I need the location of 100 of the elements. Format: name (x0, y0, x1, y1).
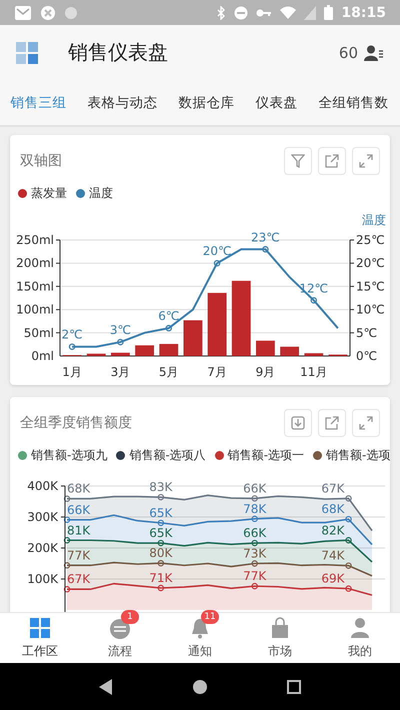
data-label: 66K (243, 481, 266, 496)
external-link-icon (325, 154, 339, 168)
axis-label: 200ml (16, 256, 54, 270)
data-label: 68K (321, 502, 345, 516)
bar (135, 345, 154, 356)
tool-button[interactable] (352, 409, 380, 437)
legend-label: 温度 (89, 185, 113, 202)
tab[interactable]: 全组销售数 (308, 80, 399, 125)
bar (256, 340, 275, 356)
axis-label: 100K (27, 572, 58, 586)
expand-icon (359, 416, 373, 430)
data-label: 68K (67, 482, 90, 496)
filter-icon (291, 154, 305, 168)
page-title: 销售仪表盘 (68, 39, 168, 66)
bar (86, 354, 106, 356)
legend-item[interactable]: 蒸发量 (18, 185, 67, 202)
tool-button[interactable] (318, 147, 346, 175)
axis-label: 10℃ (356, 302, 385, 317)
axis-label: 100ml (16, 302, 54, 317)
tool-button[interactable] (352, 147, 380, 175)
data-label: 3℃ (110, 323, 131, 338)
data-label: 83K (149, 480, 172, 494)
tab[interactable]: 数据仓库 (168, 80, 245, 125)
data-label: 77K (243, 569, 266, 584)
badge: 11 (201, 610, 219, 624)
axis-label: 200K (27, 541, 58, 555)
axis-label: 9月 (256, 365, 276, 379)
axis-label: 25℃ (356, 233, 385, 247)
data-label: 67K (321, 481, 345, 496)
point (214, 260, 220, 266)
nav-item[interactable]: 我的 (320, 613, 400, 663)
legend-item[interactable]: 温度 (76, 185, 113, 202)
axis-label: 150ml (16, 279, 54, 294)
nav-item[interactable]: 1 流程 (80, 613, 160, 663)
mail-icon (14, 4, 32, 20)
nav-item[interactable]: 市场 (240, 613, 320, 663)
user-list-icon[interactable] (364, 44, 384, 60)
data-label: 71K (149, 571, 172, 585)
point (117, 338, 124, 346)
expand-icon (359, 154, 373, 168)
card-title: 全组季度销售额度 (20, 414, 133, 432)
axis-label: 0℃ (356, 349, 378, 363)
tool-button[interactable] (284, 147, 312, 175)
point (310, 297, 317, 304)
tab[interactable]: 仪表盘 (245, 80, 308, 125)
external-link-icon (325, 416, 339, 430)
data-label: 66K (67, 502, 90, 517)
data-label: 74K (321, 548, 345, 563)
axis-label: 250ml (16, 233, 54, 247)
tool-button[interactable] (318, 409, 346, 437)
download-icon (291, 416, 305, 430)
bar (280, 346, 299, 356)
legend-label: 销售额-选项 (326, 447, 390, 464)
legend-item[interactable]: 销售额-选项 (313, 447, 390, 464)
nav-item[interactable]: 工作区 (0, 613, 80, 663)
user-count: 60 (338, 44, 358, 62)
home-icon[interactable] (192, 678, 208, 694)
data-label: 73K (243, 546, 266, 560)
do-not-disturb-icon (234, 6, 248, 20)
axis-label: 11月 (300, 365, 328, 379)
user-icon (348, 616, 372, 640)
data-label: 67K (67, 572, 90, 586)
nav-item[interactable]: 11 通知 (160, 613, 240, 663)
axis-label: 300K (27, 510, 58, 524)
nav-label: 流程 (108, 643, 132, 660)
bar (304, 353, 324, 356)
data-label: 82K (321, 523, 345, 538)
data-label: 69K (321, 572, 345, 586)
circle-icon (64, 6, 78, 20)
tab[interactable]: 表格与动态 (77, 80, 168, 125)
axis-label: 400K (27, 479, 58, 493)
battery-icon (324, 5, 334, 20)
point (262, 246, 269, 253)
axis-label: 0ml (31, 349, 54, 363)
key-icon (256, 8, 272, 18)
bar (208, 292, 226, 356)
data-label: 80K (149, 546, 172, 560)
bluetooth-icon (216, 6, 226, 20)
data-label: 66K (243, 526, 266, 540)
axis-label: 50ml (24, 326, 54, 340)
bar (184, 320, 202, 356)
data-label: 81K (67, 523, 90, 538)
data-label: 23℃ (251, 230, 280, 244)
badge: 1 (121, 610, 139, 624)
point (68, 343, 76, 350)
recents-icon[interactable] (286, 680, 301, 694)
tool-button[interactable] (284, 409, 312, 437)
wifi-icon (280, 6, 296, 20)
back-icon[interactable] (99, 678, 114, 694)
nav-label: 我的 (348, 643, 372, 660)
grid-icon (28, 616, 52, 640)
data-label: 77K (67, 548, 90, 562)
apps-icon[interactable] (16, 42, 38, 64)
axis-label: 5℃ (356, 326, 378, 340)
nav-label: 工作区 (22, 643, 58, 660)
legend-label: 蒸发量 (31, 185, 67, 202)
point (166, 324, 172, 332)
axis-label: 3月 (110, 365, 130, 379)
axis-label: 20℃ (356, 256, 385, 270)
nav-label: 通知 (188, 643, 212, 660)
